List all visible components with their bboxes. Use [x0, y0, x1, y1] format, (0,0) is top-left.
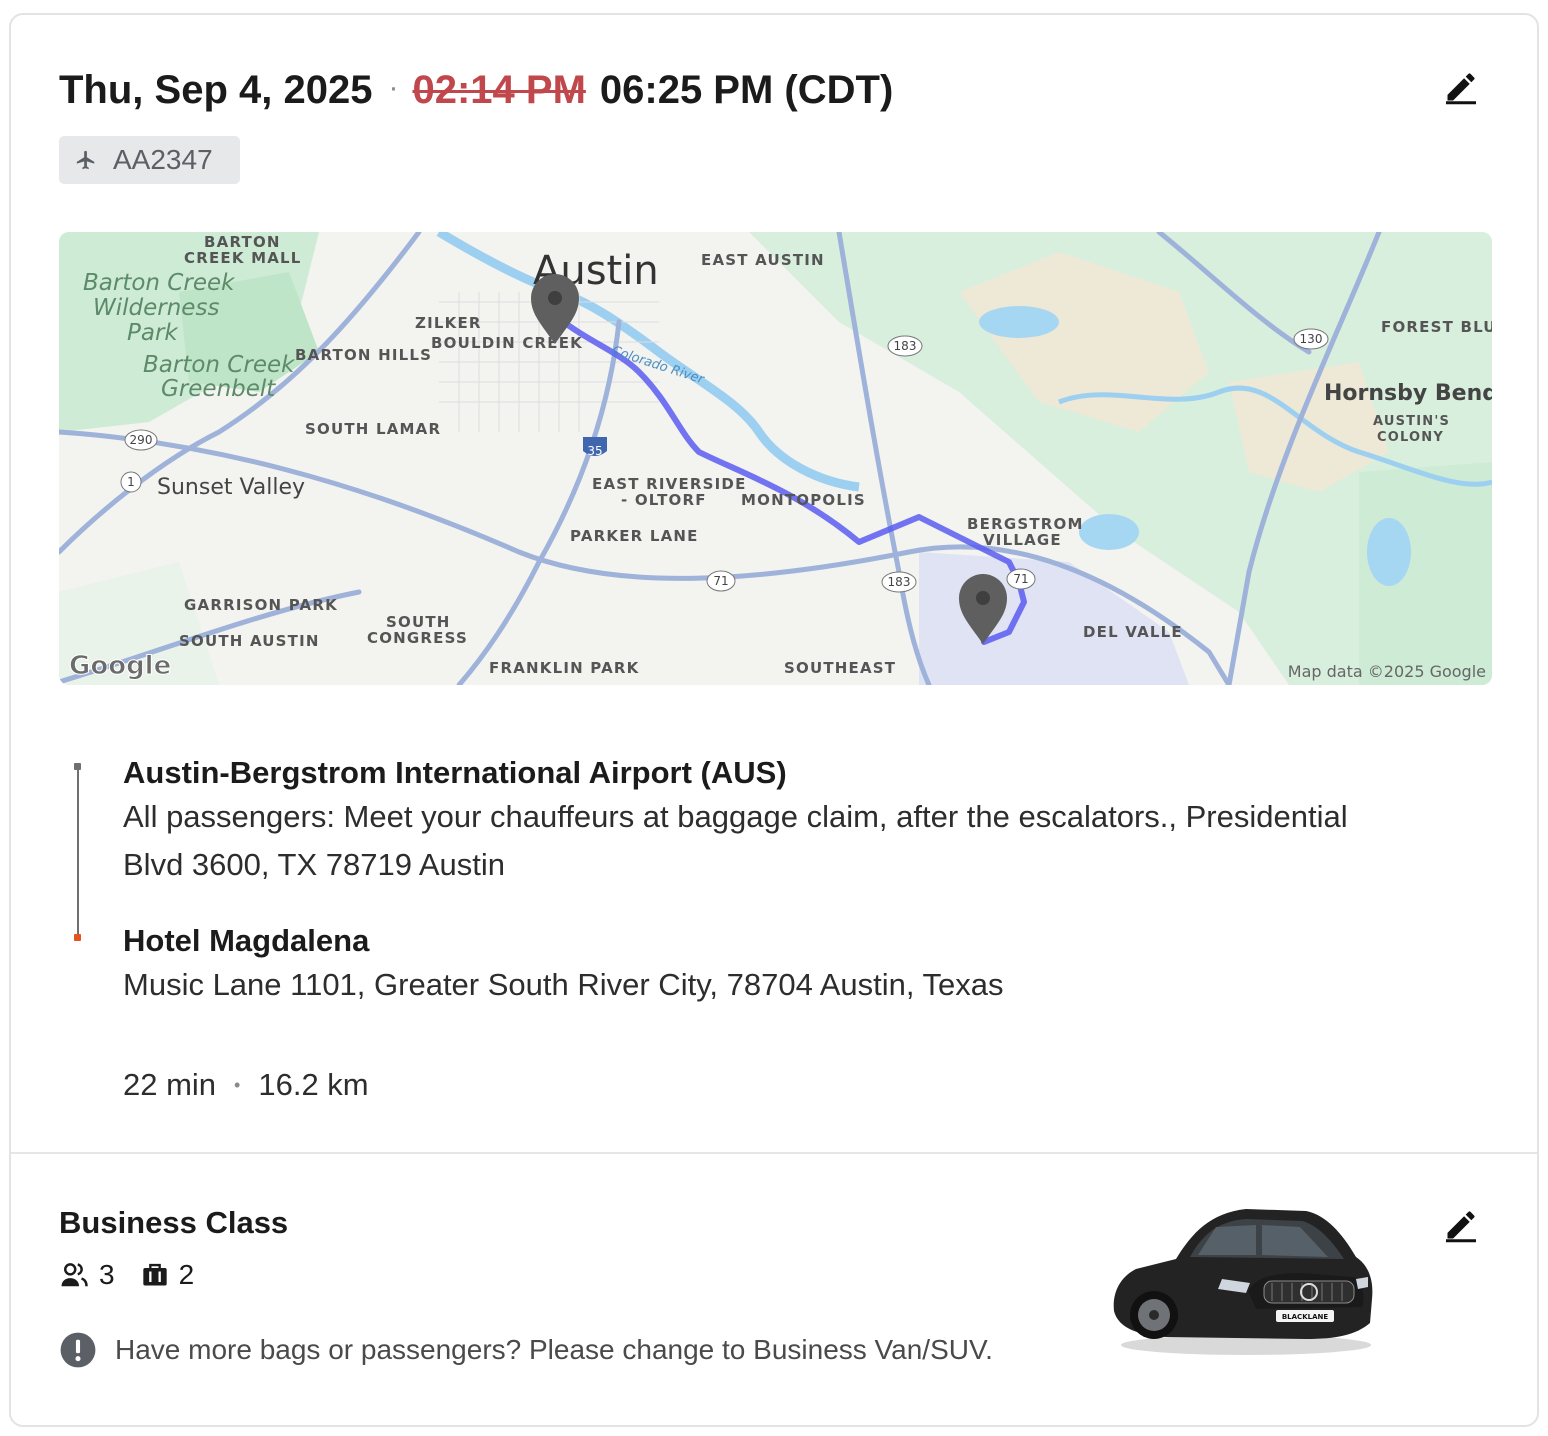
- dropoff-address: Music Lane 1101, Greater South River Cit…: [123, 967, 1004, 1002]
- map-label-franklin-park: FRANKLIN PARK: [489, 659, 640, 677]
- map-label-del-valle: DEL VALLE: [1083, 623, 1183, 641]
- dropoff-marker-dot: [74, 934, 81, 941]
- map-label-hornsby-bend: Hornsby Bend: [1324, 381, 1492, 406]
- map-label-bouldin-creek: BOULDIN CREEK: [431, 334, 583, 352]
- map-label-greenbelt-2: Greenbelt: [161, 376, 276, 402]
- trip-separator: •: [234, 1074, 241, 1095]
- shield-290: 290: [130, 433, 153, 447]
- edit-vehicle-button[interactable]: [1439, 1203, 1483, 1247]
- shield-130: 130: [1300, 332, 1323, 346]
- edit-schedule-button[interactable]: [1439, 65, 1483, 109]
- license-plate-text: BLACKLANE: [1282, 1313, 1329, 1321]
- map-label-montopolis: MONTOPOLIS: [741, 491, 866, 509]
- section-divider: [11, 1152, 1537, 1154]
- header-separator: ·: [388, 71, 399, 104]
- map-label-zilker: ZILKER: [415, 314, 482, 332]
- map-label-bergstrom-village-2: VILLAGE: [983, 531, 1062, 549]
- booking-card: Thu, Sep 4, 2025 · 02:14 PM 06:25 PM (CD…: [9, 13, 1539, 1427]
- luggage-icon: [142, 1263, 167, 1286]
- dropoff-location: Hotel Magdalena Music Lane 1101, Greater…: [123, 921, 1483, 1009]
- pickup-date: Thu, Sep 4, 2025: [59, 67, 373, 112]
- trip-duration: 22 min: [123, 1067, 217, 1102]
- map-label-barton-creek-mall-2: CREEK MALL: [184, 249, 302, 267]
- map-label-greenbelt: Barton Creek: [143, 352, 296, 378]
- flight-number: AA2347: [113, 144, 213, 175]
- vehicle-class: Business Class: [59, 1205, 289, 1240]
- map-label-austins-colony: AUSTIN'S: [1373, 414, 1450, 429]
- trip-summary: 22 min • 16.2 km: [123, 1067, 369, 1103]
- pickup-name: Austin-Bergstrom International Airport (…: [123, 755, 787, 790]
- map-label-east-riverside-2: - OLTORF: [621, 491, 707, 509]
- map-label-south-lamar: SOUTH LAMAR: [305, 420, 441, 438]
- people-icon: [61, 1263, 88, 1287]
- bag-count: 2: [178, 1259, 195, 1290]
- shield-1: 1: [127, 475, 135, 489]
- vehicle-capacity: 3 2: [59, 1259, 220, 1291]
- pencil-icon: [1446, 1211, 1476, 1243]
- pickup-marker-dot: [74, 763, 81, 770]
- route-map[interactable]: BARTON CREEK MALL EAST AUSTIN ZILKER BOU…: [59, 232, 1492, 685]
- map-label-garrison-park: GARRISON PARK: [184, 596, 338, 614]
- map-label-southeast: SOUTHEAST: [784, 659, 896, 677]
- updated-pickup-time: 06:25 PM (CDT): [599, 67, 894, 112]
- capacity-notice-text: Have more bags or passengers? Please cha…: [115, 1334, 993, 1365]
- dropoff-name: Hotel Magdalena: [123, 923, 370, 958]
- shield-183-b: 183: [888, 575, 911, 589]
- map-label-parker-lane: PARKER LANE: [570, 527, 699, 545]
- vehicle-image: BLACKLANE: [1106, 1203, 1376, 1363]
- bag-capacity: 2: [141, 1259, 195, 1291]
- map-attribution[interactable]: Map data ©2025 Google: [1288, 662, 1486, 681]
- map-label-south-congress-2: CONGRESS: [367, 629, 468, 647]
- pickup-address-line1: All passengers: Meet your chauffeurs at …: [123, 799, 1348, 834]
- map-label-barton-creek-wilderness-3: Park: [127, 320, 179, 346]
- airplane-icon: [75, 149, 97, 171]
- pickup-datetime: Thu, Sep 4, 2025 · 02:14 PM 06:25 PM (CD…: [59, 65, 893, 115]
- pickup-location: Austin-Bergstrom International Airport (…: [123, 753, 1483, 889]
- capacity-notice: Have more bags or passengers? Please cha…: [59, 1331, 993, 1369]
- map-label-barton-hills: BARTON HILLS: [295, 346, 432, 364]
- pickup-address-line2: Blvd 3600, TX 78719 Austin: [123, 847, 506, 882]
- google-logo: Google: [69, 651, 171, 681]
- passenger-capacity: 3: [59, 1259, 115, 1291]
- route-connector-line: [77, 767, 79, 939]
- shield-183: 183: [894, 339, 917, 353]
- trip-distance: 16.2 km: [258, 1067, 369, 1102]
- pencil-icon: [1446, 73, 1476, 105]
- shield-35: 35: [587, 444, 602, 458]
- info-icon: [59, 1331, 97, 1369]
- map-label-sunset-valley: Sunset Valley: [157, 475, 305, 500]
- map-label-barton-creek-wilderness-2: Wilderness: [93, 295, 219, 321]
- map-label-south-austin: SOUTH AUSTIN: [179, 632, 320, 650]
- map-label-forest-bluff: FOREST BLU: [1381, 318, 1492, 336]
- flight-number-badge[interactable]: AA2347: [59, 136, 240, 184]
- shield-71: 71: [713, 574, 728, 588]
- map-label-barton-creek-wilderness: Barton Creek: [83, 270, 236, 296]
- map-label-east-austin: EAST AUSTIN: [701, 251, 825, 269]
- passenger-count: 3: [99, 1259, 115, 1290]
- shield-71-b: 71: [1013, 572, 1028, 586]
- map-label-austins-colony-2: COLONY: [1377, 430, 1444, 445]
- original-pickup-time: 02:14 PM: [412, 67, 586, 112]
